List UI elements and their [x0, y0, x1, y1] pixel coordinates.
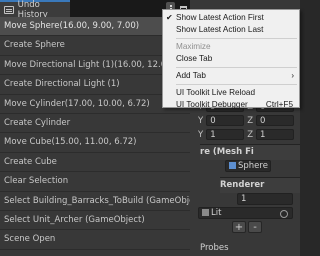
menu-item-debugger[interactable]: UI Toolkit Debugger Ctrl+F5: [163, 99, 299, 111]
material-slot[interactable]: Lit: [198, 207, 293, 219]
remove-material-button[interactable]: -: [248, 221, 262, 233]
rotation-z-field[interactable]: 0: [256, 115, 295, 126]
materials-count-field[interactable]: 1: [237, 193, 293, 205]
menu-item-label: Show Latest Action First: [176, 13, 264, 22]
menu-separator: [176, 84, 297, 85]
menu-item-close-tab[interactable]: Close Tab: [163, 53, 299, 65]
list-item[interactable]: Select Unit_Archer (GameObject): [0, 211, 190, 231]
menu-separator: [176, 67, 297, 68]
menu-item-label: Add Tab: [176, 71, 206, 80]
y-label: Y: [198, 115, 204, 126]
scale-row: Y 1 Z 1: [198, 129, 295, 140]
object-picker-icon[interactable]: [280, 210, 288, 218]
menu-item-add-tab[interactable]: Add Tab ›: [163, 70, 299, 82]
menu-item-show-latest-first[interactable]: ✔ Show Latest Action First: [163, 12, 299, 24]
list-item[interactable]: Move Cube(15.00, 11.00, 6.72): [0, 133, 190, 153]
rotation-row: Y 0 Z 0: [198, 115, 295, 126]
renderer-header[interactable]: Renderer: [220, 177, 300, 193]
checkmark-icon: ✔: [166, 13, 173, 22]
rotation-y-field[interactable]: 0: [206, 115, 245, 126]
z-label: Z: [247, 115, 254, 126]
add-material-button[interactable]: +: [232, 221, 246, 233]
list-item[interactable]: Scene Open: [0, 230, 190, 250]
y-label: Y: [198, 129, 204, 140]
scale-y-field[interactable]: 1: [206, 129, 245, 140]
list-item[interactable]: Clear Selection: [0, 172, 190, 192]
probes-label: Probes: [200, 243, 229, 253]
list-item[interactable]: Select Building_Barracks_ToBuild (GameOb…: [0, 192, 190, 211]
menu-separator: [176, 38, 297, 39]
mesh-filter-header[interactable]: re (Mesh Fi: [200, 144, 300, 160]
material-icon: [202, 209, 209, 216]
material-value: Lit: [211, 208, 222, 218]
tab-undo-history[interactable]: Undo History: [0, 0, 70, 20]
undo-history-icon: [4, 5, 14, 14]
menu-shortcut: Ctrl+F5: [265, 100, 293, 109]
menu-item-maximize: Maximize: [176, 42, 211, 51]
mesh-icon: [229, 162, 236, 169]
context-menu: ✔ Show Latest Action First Show Latest A…: [162, 9, 300, 111]
menu-item-label: UI Toolkit Debugger: [176, 100, 248, 109]
scale-z-field[interactable]: 1: [256, 129, 295, 140]
menu-item-show-latest-last[interactable]: Show Latest Action Last: [163, 24, 299, 36]
list-item[interactable]: Create Cylinder: [0, 114, 190, 134]
menu-item-live-reload[interactable]: UI Toolkit Live Reload: [163, 87, 299, 99]
chevron-right-icon: ›: [291, 71, 294, 80]
list-item[interactable]: Create Cube: [0, 153, 190, 173]
mesh-value: Sphere: [238, 161, 268, 171]
z-label: Z: [247, 129, 254, 140]
mesh-field[interactable]: Sphere: [225, 160, 271, 172]
